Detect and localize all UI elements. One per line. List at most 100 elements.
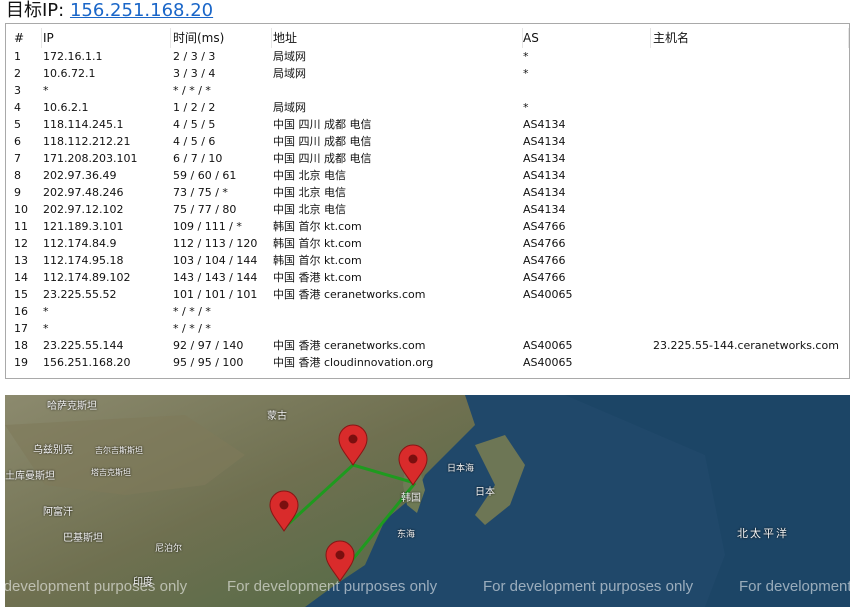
- hop-ip: 202.97.12.102: [43, 203, 124, 216]
- hop-as: AS4766: [523, 220, 566, 233]
- table-row[interactable]: 19 156.251.168.20 95 / 95 / 100 中国 香港 cloud…: [6, 354, 849, 371]
- hop-time: 101 / 101 / 101: [173, 288, 258, 301]
- hop-address: 韩国 首尔 kt.com: [273, 237, 362, 250]
- table-row[interactable]: 2 10.6.72.1 3 / 3 / 4 局域网 *: [6, 65, 849, 82]
- map-label: 巴基斯坦: [63, 533, 103, 544]
- hop-ip: 121.189.3.101: [43, 220, 124, 233]
- hop-time: * / * / *: [173, 84, 211, 97]
- hop-address: 中国 香港 cloudinnovation.org: [273, 356, 434, 369]
- table-row[interactable]: 8 202.97.36.49 59 / 60 / 61 中国 北京 电信 AS4134: [6, 167, 849, 184]
- col-header-time[interactable]: 时间(ms): [173, 28, 272, 48]
- table-row[interactable]: 5 118.114.245.1 4 / 5 / 5 中国 四川 成都 电信 AS4134: [6, 116, 849, 133]
- map-label: 塔吉克斯坦: [91, 468, 131, 477]
- hop-time: 4 / 5 / 6: [173, 135, 216, 148]
- hop-number: 17: [14, 322, 28, 335]
- hop-ip: 112.174.89.102: [43, 271, 131, 284]
- table-header: # IP 时间(ms) 地址 AS 主机名: [6, 28, 849, 48]
- table-row[interactable]: 15 23.225.55.52 101 / 101 / 101 中国 香港 ceran…: [6, 286, 849, 303]
- map-label: 蒙古: [267, 411, 287, 422]
- traceroute-table: # IP 时间(ms) 地址 AS 主机名 1 172.16.1.1 2 / 3 /…: [5, 23, 850, 379]
- table-row[interactable]: 9 202.97.48.246 73 / 75 / * 中国 北京 电信 AS4134: [6, 184, 849, 201]
- hop-ip: 10.6.72.1: [43, 67, 96, 80]
- hop-as: AS4134: [523, 203, 566, 216]
- hop-ip: 112.174.95.18: [43, 254, 124, 267]
- hop-time: 2 / 3 / 3: [173, 50, 216, 63]
- hop-time: 95 / 95 / 100: [173, 356, 244, 369]
- table-row[interactable]: 12 112.174.84.9 112 / 113 / 120 韩国 首尔 kt.co…: [6, 235, 849, 252]
- hop-number: 5: [14, 118, 21, 131]
- hop-time: 103 / 104 / 144: [173, 254, 258, 267]
- hop-address: 韩国 首尔 kt.com: [273, 220, 362, 233]
- hop-number: 14: [14, 271, 28, 284]
- map-canvas: [5, 395, 850, 607]
- hop-as: AS4134: [523, 118, 566, 131]
- table-row[interactable]: 10 202.97.12.102 75 / 77 / 80 中国 北京 电信 AS413…: [6, 201, 849, 218]
- hop-ip: 202.97.48.246: [43, 186, 124, 199]
- hop-as: AS40065: [523, 288, 573, 301]
- hop-as: *: [523, 67, 529, 80]
- table-row[interactable]: 3 * * / * / *: [6, 82, 849, 99]
- hop-time: 112 / 113 / 120: [173, 237, 258, 250]
- table-row[interactable]: 14 112.174.89.102 143 / 143 / 144 中国 香港 kt.…: [6, 269, 849, 286]
- hop-time: * / * / *: [173, 322, 211, 335]
- table-row[interactable]: 13 112.174.95.18 103 / 104 / 144 韩国 首尔 kt.c…: [6, 252, 849, 269]
- hop-number: 10: [14, 203, 28, 216]
- col-header-hostname[interactable]: 主机名: [653, 28, 849, 48]
- hop-ip: 172.16.1.1: [43, 50, 103, 63]
- hop-address: 中国 香港 ceranetworks.com: [273, 339, 426, 352]
- hop-time: 1 / 2 / 2: [173, 101, 216, 114]
- hop-time: 92 / 97 / 140: [173, 339, 244, 352]
- table-row[interactable]: 6 118.112.212.21 4 / 5 / 6 中国 四川 成都 电信 AS413…: [6, 133, 849, 150]
- hop-number: 2: [14, 67, 21, 80]
- col-header-address[interactable]: 地址: [273, 28, 523, 48]
- col-header-as[interactable]: AS: [523, 28, 651, 48]
- hop-address: 中国 四川 成都 电信: [273, 118, 372, 131]
- table-row[interactable]: 7 171.208.203.101 6 / 7 / 10 中国 四川 成都 电信 AS4…: [6, 150, 849, 167]
- hop-ip: 23.225.55.144: [43, 339, 124, 352]
- hop-ip: *: [43, 84, 49, 97]
- hop-ip: *: [43, 322, 49, 335]
- table-row[interactable]: 1 172.16.1.1 2 / 3 / 3 局域网 *: [6, 48, 849, 65]
- hop-number: 1: [14, 50, 21, 63]
- hop-as: AS4134: [523, 186, 566, 199]
- table-row[interactable]: 17 * * / * / *: [6, 320, 849, 337]
- map-label: 北太平洋: [737, 527, 789, 540]
- table-row[interactable]: 4 10.6.2.1 1 / 2 / 2 局域网 *: [6, 99, 849, 116]
- hop-as: AS4134: [523, 135, 566, 148]
- hop-number: 12: [14, 237, 28, 250]
- target-ip-link[interactable]: 156.251.168.20: [70, 0, 213, 21]
- hop-address: 中国 香港 ceranetworks.com: [273, 288, 426, 301]
- hop-number: 13: [14, 254, 28, 267]
- hop-number: 6: [14, 135, 21, 148]
- map-label: 东海: [397, 530, 416, 540]
- dev-watermark: For development purposes only: [5, 578, 188, 595]
- hop-ip: 112.174.84.9: [43, 237, 117, 250]
- hop-number: 19: [14, 356, 28, 369]
- hop-time: 109 / 111 / *: [173, 220, 242, 233]
- hop-address: 局域网: [273, 50, 306, 63]
- table-row[interactable]: 18 23.225.55.144 92 / 97 / 140 中国 香港 cerane…: [6, 337, 849, 354]
- map-label: 阿富汗: [43, 507, 73, 518]
- hop-as: AS4134: [523, 169, 566, 182]
- col-header-number[interactable]: #: [14, 28, 42, 48]
- hop-address: 中国 北京 电信: [273, 186, 346, 199]
- hop-time: * / * / *: [173, 305, 211, 318]
- hop-number: 18: [14, 339, 28, 352]
- table-row[interactable]: 11 121.189.3.101 109 / 111 / * 韩国 首尔 kt.com…: [6, 218, 849, 235]
- route-map[interactable]: 哈萨克斯坦 蒙古 乌兹别克 吉尔吉斯斯坦 塔吉克斯坦 土库曼斯坦 阿富汗 巴基斯…: [5, 395, 850, 607]
- hop-address: 韩国 首尔 kt.com: [273, 254, 362, 267]
- hop-as: AS40065: [523, 356, 573, 369]
- hop-time: 75 / 77 / 80: [173, 203, 237, 216]
- map-label: 日本: [475, 487, 495, 498]
- hop-number: 8: [14, 169, 21, 182]
- map-label: 吉尔吉斯斯坦: [95, 446, 143, 455]
- hop-as: *: [523, 50, 529, 63]
- col-header-ip[interactable]: IP: [43, 28, 171, 48]
- hop-time: 6 / 7 / 10: [173, 152, 223, 165]
- hop-as: AS40065: [523, 339, 573, 352]
- hop-time: 59 / 60 / 61: [173, 169, 237, 182]
- hop-ip: 10.6.2.1: [43, 101, 89, 114]
- hop-as: AS4134: [523, 152, 566, 165]
- hop-as: AS4766: [523, 254, 566, 267]
- table-row[interactable]: 16 * * / * / *: [6, 303, 849, 320]
